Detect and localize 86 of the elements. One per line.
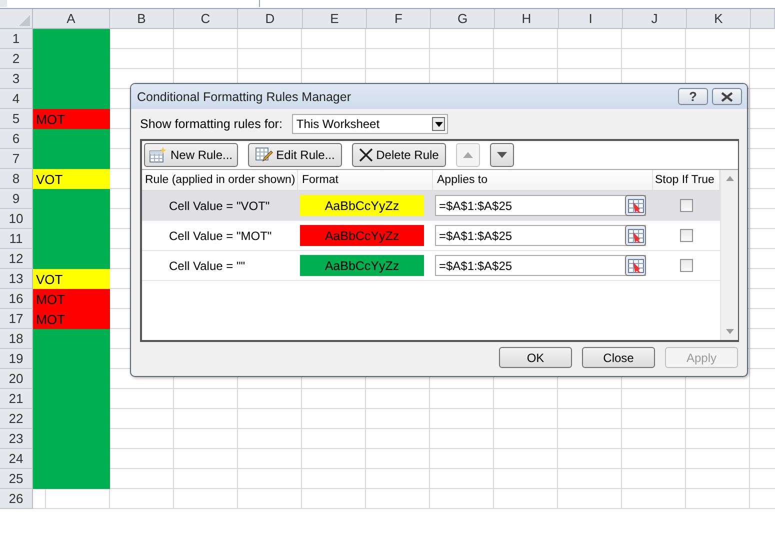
row-header[interactable]: 7 [0,149,33,169]
format-preview: AaBbCcYyZz [300,225,424,246]
column-heading: Applies to [433,170,653,190]
help-button[interactable]: ? [678,88,708,105]
collapse-dialog-button[interactable] [625,195,646,216]
rule-condition: Cell Value = "" [169,258,246,272]
row-header[interactable]: 2 [0,49,33,69]
column-header[interactable]: E [303,9,367,29]
scroll-up-icon [726,176,734,181]
vertical-scrollbar[interactable] [720,170,738,340]
down-triangle-icon [497,152,507,158]
column-header[interactable]: F [367,9,431,29]
edit-grid-icon [255,147,274,163]
up-triangle-icon [463,152,473,158]
edit-rule-button[interactable]: Edit Rule... [248,143,342,167]
row-header[interactable]: 17 [0,309,33,329]
column-header[interactable]: B [110,9,174,29]
row-header[interactable]: 20 [0,369,33,389]
row-header[interactable]: 23 [0,429,33,449]
window-title: Conditional Formatting Rules Manager [137,90,351,104]
row-header[interactable]: 9 [0,189,33,209]
row-header[interactable]: 21 [0,389,33,409]
row-header[interactable]: 8 [0,169,33,189]
close-button[interactable] [712,88,742,105]
show-rules-label: Show formatting rules for: [140,117,282,131]
corner-triangle-icon [19,15,30,26]
delete-x-icon [359,148,374,162]
column-header[interactable]: C [174,9,238,29]
scope-dropdown[interactable]: This Worksheet [292,114,448,134]
column-header[interactable]: A [33,9,110,29]
column-header[interactable]: I [559,9,623,29]
column-heading: Rule (applied in order shown) [142,170,298,190]
cell: VOT [33,169,110,189]
row-header[interactable]: 26 [0,489,33,509]
row-header[interactable]: 16 [0,289,33,309]
collapse-dialog-button[interactable] [625,255,646,276]
row-header[interactable]: 11 [0,229,33,249]
row-header[interactable]: 12 [0,249,33,269]
dialog-button[interactable]: OK [499,347,572,368]
format-preview: AaBbCcYyZz [300,195,424,216]
applies-to-field[interactable]: =$A$1:$A$25 [435,255,646,276]
column-header[interactable]: G [431,9,495,29]
stop-if-true-checkbox[interactable] [680,259,693,272]
dropdown-arrow-icon [434,122,443,126]
cell: MOT [33,289,110,309]
row-header[interactable]: 13 [0,269,33,289]
row-header[interactable]: 25 [0,469,33,489]
new-grid-icon [149,147,168,163]
delete-rule-button[interactable]: Delete Rule [352,143,446,167]
row-header[interactable]: 6 [0,129,33,149]
column-header[interactable]: J [623,9,687,29]
applies-to-field[interactable]: =$A$1:$A$25 [435,225,646,246]
column-header[interactable]: H [495,9,559,29]
applies-to-field[interactable]: =$A$1:$A$25 [435,195,646,216]
column-heading: Format [298,170,433,190]
rule-row[interactable]: Cell Value = "MOT" AaBbCcYyZz =$A$1:$A$25 [142,221,720,251]
row-header[interactable]: 22 [0,409,33,429]
cell: MOT [33,109,110,129]
grid-arrow-icon [628,258,644,272]
column-header[interactable]: K [687,9,751,29]
rule-condition: Cell Value = "VOT" [169,198,270,212]
rule-condition: Cell Value = "MOT" [169,228,272,242]
scroll-down-icon [726,329,734,334]
stop-if-true-checkbox[interactable] [680,229,693,242]
row-header[interactable]: 24 [0,449,33,469]
row-header[interactable]: 3 [0,69,33,89]
rule-row[interactable]: Cell Value = "" AaBbCcYyZz =$A$1:$A$25 [142,251,720,281]
grid-arrow-icon [628,198,644,212]
grid-arrow-icon [628,228,644,242]
row-header[interactable]: 10 [0,209,33,229]
row-header[interactable]: 4 [0,89,33,109]
cell: VOT [33,269,110,289]
row-header[interactable]: 19 [0,349,33,369]
stop-if-true-checkbox[interactable] [680,199,693,212]
format-preview: AaBbCcYyZz [300,255,424,276]
dialog-button[interactable]: Close [582,347,655,368]
cell: MOT [33,309,110,329]
move-down-button[interactable] [490,143,514,167]
row-header[interactable]: 1 [0,29,33,49]
row-header[interactable]: 5 [0,109,33,129]
column-header[interactable]: D [238,9,303,29]
collapse-dialog-button[interactable] [625,225,646,246]
close-icon [721,92,733,102]
new-rule-button[interactable]: New Rule... [144,143,238,167]
row-header[interactable]: 18 [0,329,33,349]
rule-row[interactable]: Cell Value = "VOT" AaBbCcYyZz =$A$1:$A$25 [142,191,720,221]
